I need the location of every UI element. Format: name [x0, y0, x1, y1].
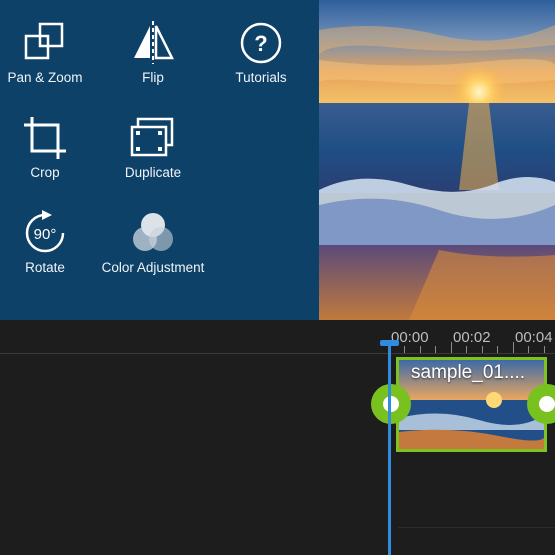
svg-text:?: ? — [254, 31, 267, 56]
time-label-2: 00:04 — [515, 329, 553, 346]
clip-name: sample_01.... — [411, 362, 526, 383]
ruler-tick — [466, 346, 467, 353]
track-divider — [398, 527, 555, 528]
ruler-tick — [482, 346, 483, 353]
tutorials-label: Tutorials — [235, 70, 287, 85]
edit-tools-panel: Pan & Zoom Flip ? Tutorials Crop Duplica… — [0, 0, 319, 320]
duplicate-button[interactable]: Duplicate — [98, 95, 208, 185]
tutorials-button[interactable]: ? Tutorials — [206, 0, 316, 90]
color-adjustment-button[interactable]: Color Adjustment — [98, 190, 208, 280]
trim-handle-left[interactable] — [371, 384, 411, 424]
timeline[interactable]: 00:00 00:02 00:04 sample_01.... — [0, 320, 555, 555]
video-editor: Pan & Zoom Flip ? Tutorials Crop Duplica… — [0, 0, 555, 555]
ruler-tick — [451, 342, 452, 353]
help-icon: ? — [236, 18, 286, 68]
playhead[interactable] — [388, 343, 391, 555]
crop-icon — [20, 113, 70, 163]
ruler-tick — [528, 346, 529, 353]
ruler-tick — [404, 346, 405, 353]
ruler-tick — [420, 346, 421, 353]
video-clip[interactable]: sample_01.... — [396, 357, 547, 452]
color-adjustment-label: Color Adjustment — [101, 260, 205, 275]
color-adjustment-icon — [128, 208, 178, 258]
time-ruler — [0, 353, 555, 354]
ruler-tick — [435, 346, 436, 353]
ruler-tick — [497, 346, 498, 353]
flip-icon — [128, 18, 178, 68]
svg-text:90°: 90° — [34, 226, 57, 243]
ruler-tick — [513, 342, 514, 353]
pan-zoom-icon — [20, 18, 70, 68]
time-label-1: 00:02 — [453, 329, 491, 346]
video-preview[interactable] — [319, 0, 555, 320]
preview-frame-image — [319, 0, 555, 320]
ruler-tick — [544, 346, 545, 353]
duplicate-icon — [128, 113, 178, 163]
duplicate-label: Duplicate — [124, 165, 182, 180]
rotate-90-icon: 90° — [20, 208, 70, 258]
